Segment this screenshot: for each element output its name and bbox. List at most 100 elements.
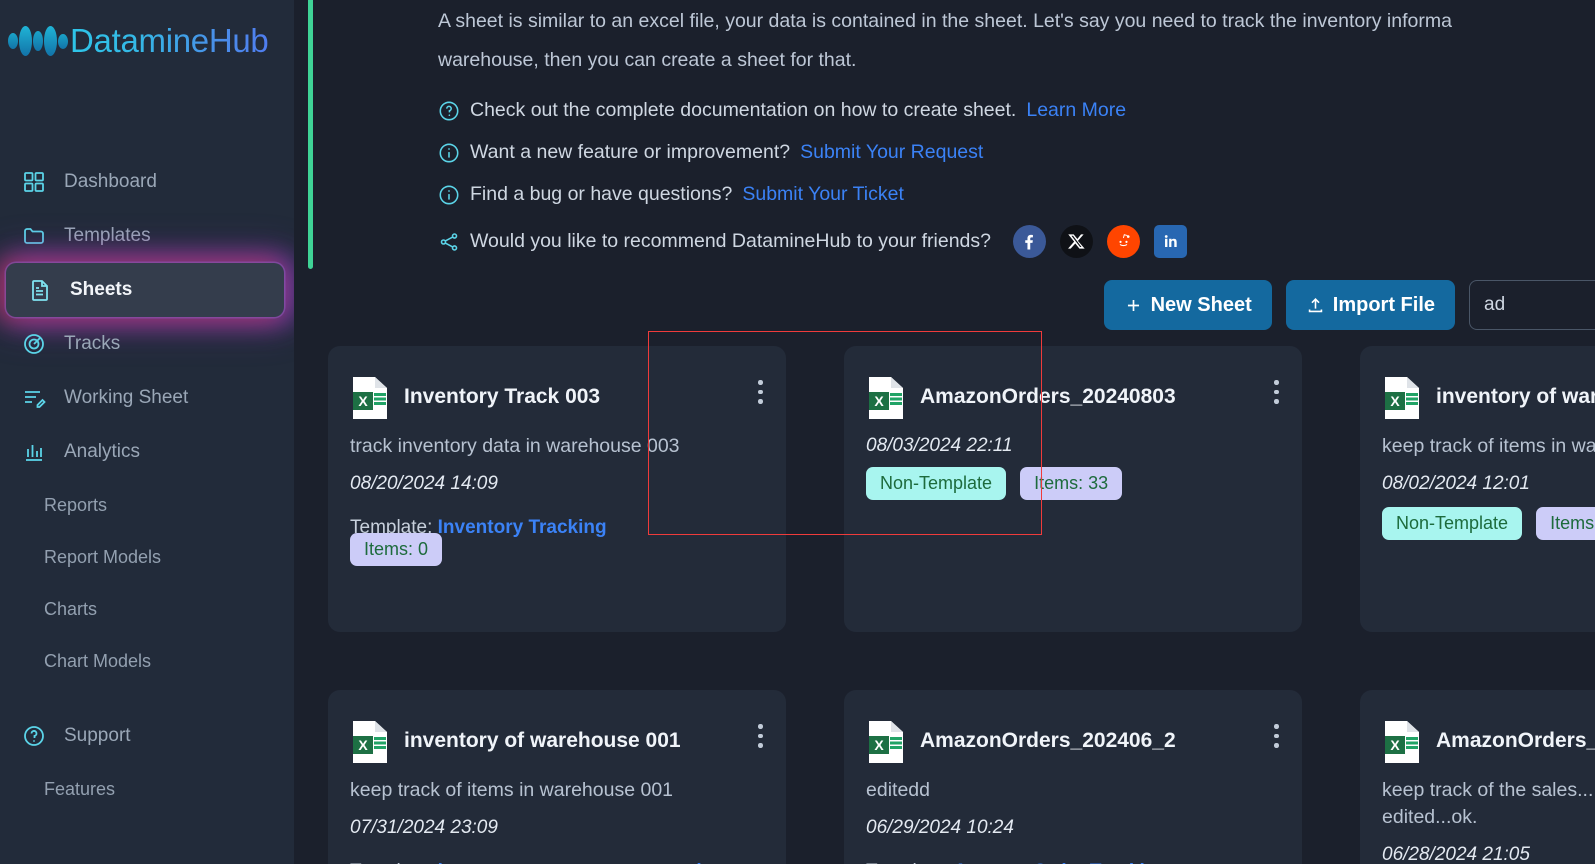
main-content: A sheet is similar to an excel file, you… (294, 0, 1595, 864)
card-menu-button[interactable] (1274, 380, 1280, 409)
svg-text:X: X (874, 393, 884, 409)
sidebar-item-label: Analytics (64, 441, 141, 462)
sheet-card[interactable]: X AmazonOrders_202406_2 editedd 06/29/20… (844, 690, 1302, 864)
card-date: 08/20/2024 14:09 (350, 473, 498, 494)
card-date: 08/02/2024 12:01 (1382, 473, 1530, 494)
card-title: Inventory Track 003 (404, 385, 601, 408)
sidebar-item-templates[interactable]: Templates (0, 209, 294, 263)
sidebar-item-report-models[interactable]: Report Models (0, 531, 294, 583)
sheets-toolbar: New Sheet Import File (1103, 280, 1595, 330)
banner-row-share: Would you like to recommend DatamineHub … (438, 225, 1595, 258)
card-badges: Items: 0 (350, 533, 443, 566)
sidebar-item-support[interactable]: Support (0, 709, 294, 763)
card-date: 08/03/2024 22:11 (866, 435, 1013, 456)
brand-logo[interactable]: DatamineHub (0, 0, 294, 60)
card-description: keep track of the sales... (1382, 779, 1594, 801)
sidebar-subitem-label: Features (44, 778, 116, 799)
sidebar: DatamineHub Dashboard Templates Sheets T… (0, 0, 294, 864)
card-title: inventory of warehouse 002 (1436, 385, 1595, 408)
submit-ticket-link[interactable]: Submit Your Ticket (742, 183, 904, 206)
card-date: 06/28/2024 21:05 (1382, 844, 1530, 864)
card-badges: Non-Template Items: 33 (866, 467, 1123, 500)
sidebar-subitem-label: Charts (44, 598, 98, 619)
submit-request-link[interactable]: Submit Your Request (800, 141, 983, 164)
excel-file-icon: X (1385, 721, 1419, 763)
search-input[interactable] (1469, 280, 1595, 330)
sheet-card[interactable]: X inventory of warehouse 001 keep track … (328, 690, 786, 864)
svg-text:X: X (1390, 393, 1400, 409)
info-circle-icon (439, 185, 459, 204)
question-circle-icon (24, 726, 44, 746)
sidebar-item-working-sheet[interactable]: Working Sheet (0, 371, 294, 425)
folder-icon (24, 228, 44, 244)
sidebar-item-label: Dashboard (64, 171, 157, 192)
sidebar-item-chart-models[interactable]: Chart Models (0, 635, 294, 687)
card-menu-button[interactable] (1274, 724, 1280, 753)
facebook-icon[interactable] (1012, 225, 1046, 258)
new-sheet-label: New Sheet (1150, 293, 1252, 316)
sidebar-item-charts[interactable]: Charts (0, 583, 294, 635)
card-badges: Non-Template Items: 12 (1382, 507, 1595, 540)
card-menu-button[interactable] (758, 380, 764, 409)
sidebar-subitem-label: Reports (44, 494, 108, 515)
share-icon (440, 232, 458, 251)
sidebar-item-label: Tracks (64, 333, 121, 354)
info-banner: A sheet is similar to an excel file, you… (308, 0, 1595, 269)
x-twitter-icon[interactable] (1059, 225, 1093, 258)
sidebar-subitem-label: Report Models (44, 546, 162, 567)
sidebar-item-reports[interactable]: Reports (0, 479, 294, 531)
question-circle-icon (439, 101, 459, 120)
card-template-link[interactable]: Inventory Tracking (438, 517, 607, 538)
import-file-label: Import File (1332, 293, 1435, 316)
sheets-grid: X Inventory Track 003 track inventory da… (328, 346, 1595, 864)
banner-text: Would you like to recommend DatamineHub … (470, 230, 991, 252)
sidebar-item-analytics[interactable]: Analytics (0, 425, 294, 479)
learn-more-link[interactable]: Learn More (1026, 99, 1126, 122)
info-circle-icon (439, 143, 459, 162)
banner-row-docs: Check out the complete documentation on … (438, 99, 1595, 122)
linkedin-icon[interactable] (1153, 225, 1187, 258)
banner-paragraph-line2: warehouse, then you can create a sheet f… (438, 49, 857, 71)
excel-file-icon: X (869, 721, 903, 763)
sidebar-subitem-label: Chart Models (44, 650, 152, 671)
sidebar-item-dashboard[interactable]: Dashboard (0, 155, 294, 209)
excel-file-icon: X (353, 721, 387, 763)
new-sheet-button[interactable]: New Sheet (1103, 280, 1272, 330)
sidebar-item-label: Working Sheet (64, 387, 189, 408)
excel-file-icon: X (353, 377, 387, 419)
reddit-icon[interactable] (1106, 225, 1140, 258)
sidebar-item-label: Support (64, 725, 131, 746)
app-root: DatamineHub Dashboard Templates Sheets T… (0, 0, 1595, 864)
items-badge: Items: 12 (1536, 507, 1595, 540)
sidebar-nav: Dashboard Templates Sheets Tracks Workin… (0, 155, 294, 815)
logo-mark-icon (8, 26, 68, 56)
plus-icon (1127, 299, 1139, 311)
sidebar-item-label: Sheets (70, 279, 133, 300)
sheet-card[interactable]: X AmazonOrders_202406 keep track of the … (1360, 690, 1595, 864)
items-badge: Items: 0 (350, 533, 443, 566)
non-template-badge: Non-Template (866, 467, 1007, 500)
banner-row-bug: Find a bug or have questions? Submit You… (438, 183, 1595, 206)
social-links (1012, 225, 1187, 258)
sidebar-item-label: Templates (64, 225, 151, 246)
edit-list-icon (25, 391, 46, 408)
card-description: keep track of items in warehouse 002 (1382, 435, 1595, 457)
sheet-card[interactable]: X Inventory Track 003 track inventory da… (328, 346, 786, 632)
card-title: inventory of warehouse 001 (404, 729, 681, 752)
card-description: track inventory data in warehouse 003 (350, 435, 680, 457)
card-menu-button[interactable] (758, 724, 764, 753)
card-date: 07/31/2024 23:09 (350, 817, 498, 838)
sheet-card[interactable]: X inventory of warehouse 002 keep track … (1360, 346, 1595, 632)
svg-text:X: X (874, 737, 884, 753)
card-description: keep track of items in warehouse 001 (350, 779, 674, 801)
card-date: 06/29/2024 10:24 (866, 817, 1014, 838)
banner-text: Want a new feature or improvement? (470, 141, 791, 163)
sidebar-item-sheets[interactable]: Sheets (6, 263, 284, 317)
import-file-button[interactable]: Import File (1285, 280, 1455, 330)
sidebar-item-tracks[interactable]: Tracks (0, 317, 294, 371)
sheet-card[interactable]: X AmazonOrders_20240803 08/03/2024 22:11… (844, 346, 1302, 632)
card-description-line2: edited...ok. (1382, 806, 1478, 828)
sidebar-item-features[interactable]: Features (0, 763, 294, 815)
banner-text: Check out the complete documentation on … (470, 99, 1017, 121)
card-title: AmazonOrders_20240803 (920, 385, 1176, 408)
